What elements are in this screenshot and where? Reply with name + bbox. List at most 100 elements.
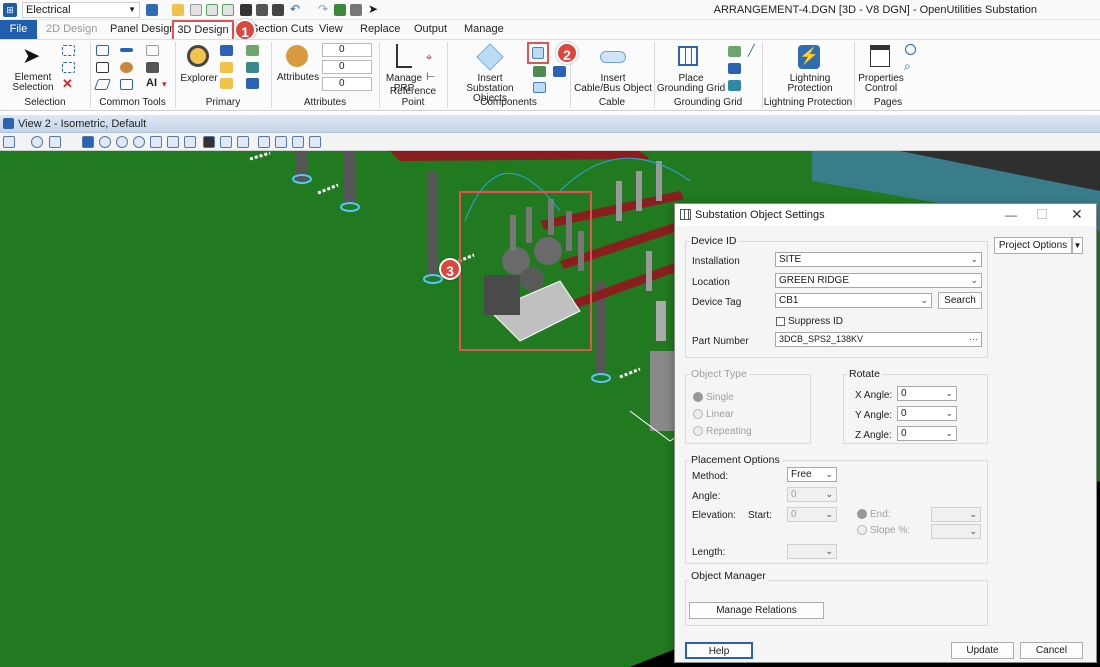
model-icon[interactable] xyxy=(246,62,259,73)
slope-select[interactable]: ⌄ xyxy=(931,524,981,539)
angle-select[interactable]: 0 ⌄ xyxy=(787,487,837,502)
installation-select[interactable]: SITE ⌄ xyxy=(775,252,982,267)
object-array-icon[interactable] xyxy=(533,66,546,77)
grid-rod-icon[interactable] xyxy=(728,80,741,91)
fill-icon[interactable] xyxy=(146,62,159,73)
tab-file[interactable]: File xyxy=(0,20,37,39)
level-icon[interactable] xyxy=(246,45,259,56)
workflow-select[interactable]: Electrical ▼ xyxy=(22,2,140,18)
tab-manage[interactable]: Manage xyxy=(456,20,512,39)
manage-relations-button[interactable]: Manage Relations xyxy=(689,602,824,619)
save-icon[interactable] xyxy=(240,4,252,16)
walk-icon[interactable] xyxy=(203,136,215,148)
start-select[interactable]: 0 ⌄ xyxy=(787,507,837,522)
save-as-icon[interactable] xyxy=(272,4,284,16)
weight-field[interactable]: 0 xyxy=(322,77,372,91)
object-move-icon[interactable] xyxy=(553,66,566,77)
rotate-view-icon[interactable] xyxy=(167,136,179,148)
window-area-icon[interactable] xyxy=(133,136,145,148)
previous-view-icon[interactable] xyxy=(220,136,232,148)
new-file-icon[interactable] xyxy=(190,4,202,16)
page-search-icon[interactable]: ⌕ xyxy=(904,59,911,74)
view-attributes-icon[interactable] xyxy=(3,136,15,148)
lightning-protection-button[interactable]: ⚡ Lightning Protection xyxy=(778,43,842,94)
pointer-icon[interactable]: ➤ xyxy=(368,2,378,16)
view-icon[interactable] xyxy=(146,4,158,16)
place-grounding-grid-button[interactable]: Place Grounding Grid xyxy=(657,43,725,94)
end-radio[interactable] xyxy=(857,509,867,519)
part-number-field[interactable]: 3DCB_SPS2_138KV ··· xyxy=(775,332,982,347)
app-logo-icon[interactable]: ⊞ xyxy=(3,3,17,17)
cancel-button[interactable]: Cancel xyxy=(1020,642,1083,659)
tab-output[interactable]: Output xyxy=(406,20,455,39)
clip-mask-icon[interactable] xyxy=(292,136,304,148)
color-field[interactable]: 0 xyxy=(322,60,372,74)
place-shape-icon[interactable] xyxy=(96,45,109,56)
y-angle-select[interactable]: 0 ⌄ xyxy=(897,406,957,421)
tag-icon[interactable] xyxy=(220,78,233,89)
print-icon[interactable] xyxy=(350,4,362,16)
level-field[interactable]: 0 xyxy=(322,43,372,57)
tab-2d-design[interactable]: 2D Design xyxy=(38,20,105,39)
prp-x-icon[interactable]: ⌖ xyxy=(426,52,432,65)
end-select[interactable]: ⌄ xyxy=(931,507,981,522)
pencil-icon[interactable] xyxy=(93,79,112,90)
view-window-icon[interactable] xyxy=(3,118,14,129)
grid-line-icon[interactable]: ╱ xyxy=(748,44,755,57)
x-angle-select[interactable]: 0 ⌄ xyxy=(897,386,957,401)
grid-add-icon[interactable] xyxy=(728,46,741,57)
zoom-in-icon[interactable] xyxy=(99,136,111,148)
update-view-icon[interactable] xyxy=(82,136,94,148)
insert-substation-objects-button[interactable]: Insert Substation Objects xyxy=(454,43,526,104)
close-icon[interactable]: ✕ xyxy=(1071,206,1083,223)
undo-icon[interactable]: ↶ xyxy=(290,2,300,16)
single-radio[interactable] xyxy=(693,392,703,402)
save-all-icon[interactable] xyxy=(256,4,268,16)
tab-3d-design[interactable]: 3D Design xyxy=(172,20,234,40)
location-select[interactable]: GREEN RIDGE ⌄ xyxy=(775,273,982,288)
linear-radio[interactable] xyxy=(693,409,703,419)
pan-view-icon[interactable] xyxy=(184,136,196,148)
pin-icon[interactable] xyxy=(334,4,346,16)
camera-icon[interactable] xyxy=(309,136,321,148)
project-options-button[interactable]: Project Options xyxy=(994,237,1072,254)
attributes-button[interactable]: Attributes xyxy=(277,43,319,91)
length-select[interactable]: ⌄ xyxy=(787,544,837,559)
properties-control-button[interactable]: Properties Control xyxy=(858,43,904,94)
grid-move-icon[interactable] xyxy=(728,63,741,74)
substation-object-settings-button[interactable] xyxy=(527,42,549,64)
next-view-icon[interactable] xyxy=(237,136,249,148)
z-angle-select[interactable]: 0 ⌄ xyxy=(897,426,957,441)
select-multi-icon[interactable] xyxy=(62,62,75,73)
palette-icon[interactable] xyxy=(120,62,133,73)
tab-view[interactable]: View xyxy=(311,20,351,39)
open-folder-icon[interactable] xyxy=(172,4,184,16)
maximize-icon[interactable] xyxy=(1037,209,1047,219)
element-selection-button[interactable]: ➤ Element Selection xyxy=(12,43,54,93)
browse-ellipsis-icon[interactable]: ··· xyxy=(969,333,978,346)
suppress-id-checkbox[interactable] xyxy=(776,317,785,326)
color-icon[interactable]: ▾ xyxy=(162,79,167,90)
text-icon[interactable]: AI xyxy=(146,77,157,89)
zoom-out-icon[interactable] xyxy=(116,136,128,148)
tab-replace[interactable]: Replace xyxy=(352,20,408,39)
help-button[interactable]: Help xyxy=(685,642,753,659)
delete-icon[interactable]: ✕ xyxy=(62,76,73,92)
grid-icon[interactable] xyxy=(246,78,259,89)
page-info-icon[interactable] xyxy=(905,44,916,55)
select-box-icon[interactable] xyxy=(62,45,75,56)
object-lock-icon[interactable] xyxy=(533,82,546,93)
new-doc-icon[interactable] xyxy=(206,4,218,16)
project-options-dropdown[interactable]: ▼ xyxy=(1072,237,1083,254)
line-style-icon[interactable] xyxy=(120,48,133,52)
search-button[interactable]: Search xyxy=(938,292,982,309)
copy-view-icon[interactable] xyxy=(258,136,270,148)
rectangle-icon[interactable] xyxy=(120,79,133,90)
redo-icon[interactable]: ↷ xyxy=(318,2,328,16)
slope-radio[interactable] xyxy=(857,525,867,535)
copy-doc-icon[interactable] xyxy=(222,4,234,16)
repeating-radio[interactable] xyxy=(693,426,703,436)
clip-volume-icon[interactable] xyxy=(275,136,287,148)
fit-view-icon[interactable] xyxy=(150,136,162,148)
insert-cable-bus-button[interactable]: Insert Cable/Bus Object xyxy=(574,43,652,94)
